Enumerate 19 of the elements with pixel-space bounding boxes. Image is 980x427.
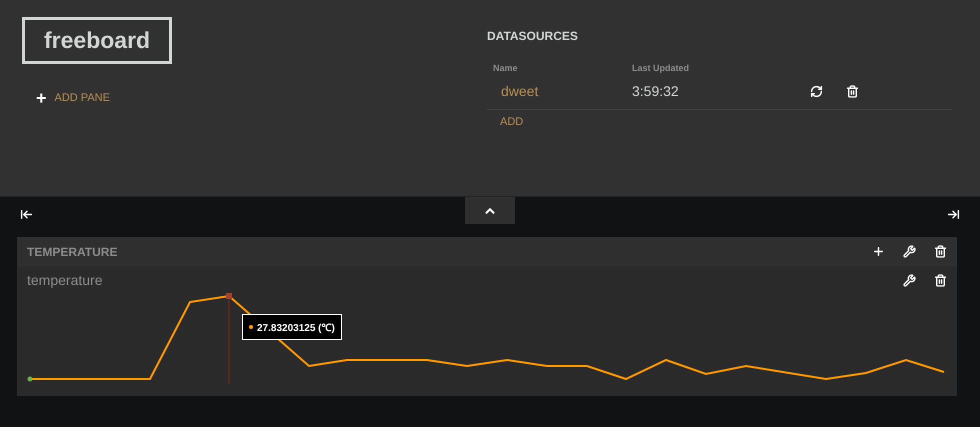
- trash-icon[interactable]: [934, 245, 947, 258]
- add-pane-link[interactable]: + ADD PANE: [36, 89, 465, 107]
- chart-tooltip: 27.83203125 (℃): [242, 314, 342, 340]
- pane-title: TEMPERATURE: [27, 244, 118, 258]
- add-icon[interactable]: [872, 245, 885, 258]
- trash-icon[interactable]: [846, 84, 859, 98]
- refresh-icon[interactable]: [810, 84, 823, 98]
- collapse-left-icon[interactable]: [20, 208, 33, 221]
- datasources-heading: DATASOURCES: [487, 29, 579, 43]
- expand-right-icon[interactable]: [947, 208, 960, 221]
- wrench-icon[interactable]: [903, 245, 916, 258]
- wrench-icon[interactable]: [903, 274, 916, 287]
- freeboard-logo: freeboard: [22, 17, 172, 64]
- column-header: Last Updated: [632, 63, 690, 73]
- trash-icon[interactable]: [934, 274, 947, 287]
- add-datasource-link[interactable]: ADD: [500, 116, 524, 128]
- column-header: Name: [493, 63, 519, 73]
- widget-title: temperature: [27, 272, 102, 288]
- last-updated-time: 3:59:32: [632, 83, 680, 99]
